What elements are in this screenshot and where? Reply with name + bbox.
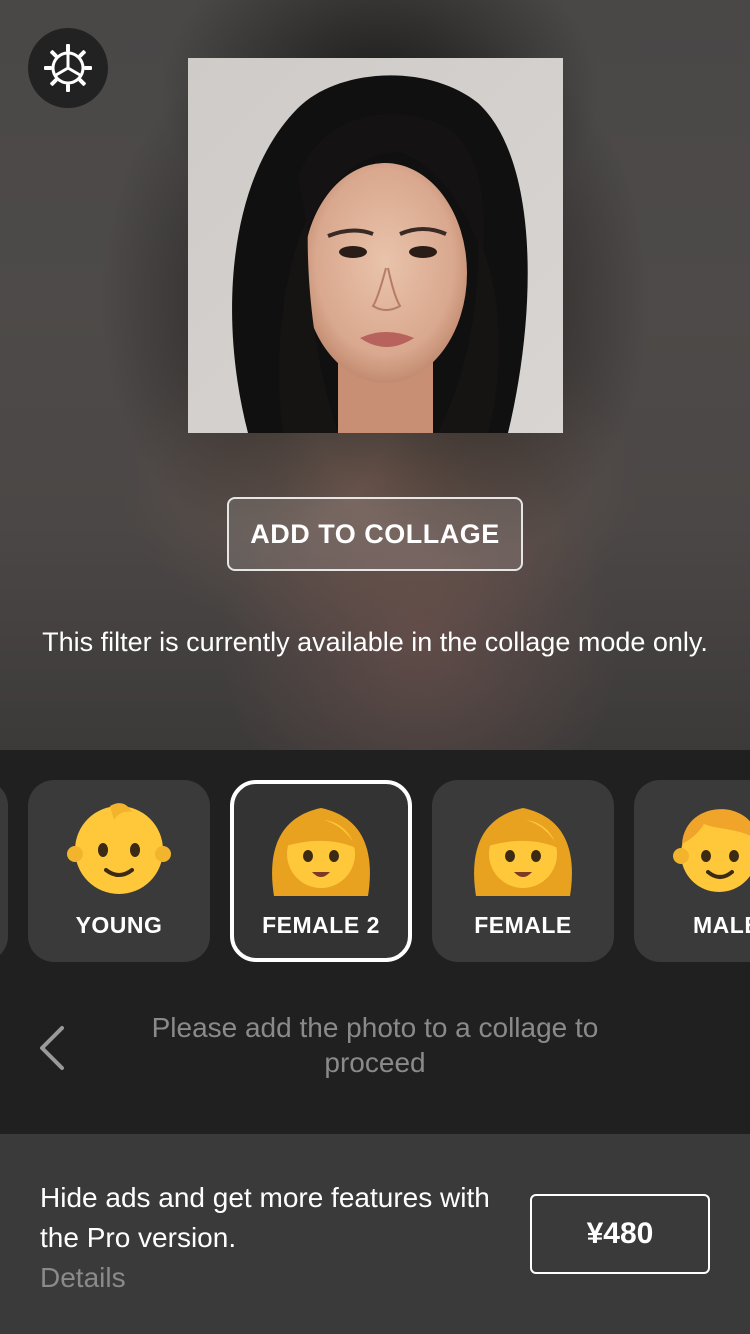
chevron-left-icon <box>40 1026 64 1070</box>
filter-availability-note: This filter is currently available in th… <box>42 627 708 657</box>
woman-emoji-icon <box>272 808 370 896</box>
woman-emoji-icon <box>474 808 572 896</box>
buy-pro-button[interactable]: ¥480 <box>530 1194 710 1274</box>
back-button[interactable] <box>28 1020 74 1076</box>
man-emoji-icon <box>673 809 750 892</box>
gear-icon <box>44 44 92 92</box>
filter-label-young: YOUNG <box>75 912 163 938</box>
filter-card-young[interactable]: YOUNG <box>28 780 210 962</box>
filter-card-female-2[interactable]: FEMALE 2 <box>230 780 412 962</box>
filter-label-male: MALE <box>693 912 750 938</box>
filter-card-partial[interactable] <box>0 780 8 962</box>
details-link[interactable]: Details <box>40 1258 126 1298</box>
filter-label-female-2: FEMALE 2 <box>262 912 380 938</box>
portrait-image <box>188 58 563 433</box>
filter-strip: YOUNG FEMALE 2 FEMALE MAL Please add the… <box>0 750 750 1134</box>
settings-button[interactable] <box>28 28 108 108</box>
pro-banner: Hide ads and get more features with the … <box>0 1134 750 1334</box>
filter-card-male[interactable]: MALE <box>634 780 750 962</box>
baby-emoji-icon <box>67 803 171 894</box>
portrait-photo <box>188 58 563 433</box>
filter-label-female: FEMALE <box>474 912 572 938</box>
pro-promo-text: Hide ads and get more features with the … <box>40 1182 490 1253</box>
collage-hint: Please add the photo to a collage to pro… <box>151 1012 599 1078</box>
filter-card-female[interactable]: FEMALE <box>432 780 614 962</box>
add-to-collage-button[interactable]: ADD TO COLLAGE <box>227 497 523 571</box>
app-screen: ADD TO COLLAGE This filter is currently … <box>0 0 750 1334</box>
preview-area: ADD TO COLLAGE This filter is currently … <box>0 0 750 750</box>
